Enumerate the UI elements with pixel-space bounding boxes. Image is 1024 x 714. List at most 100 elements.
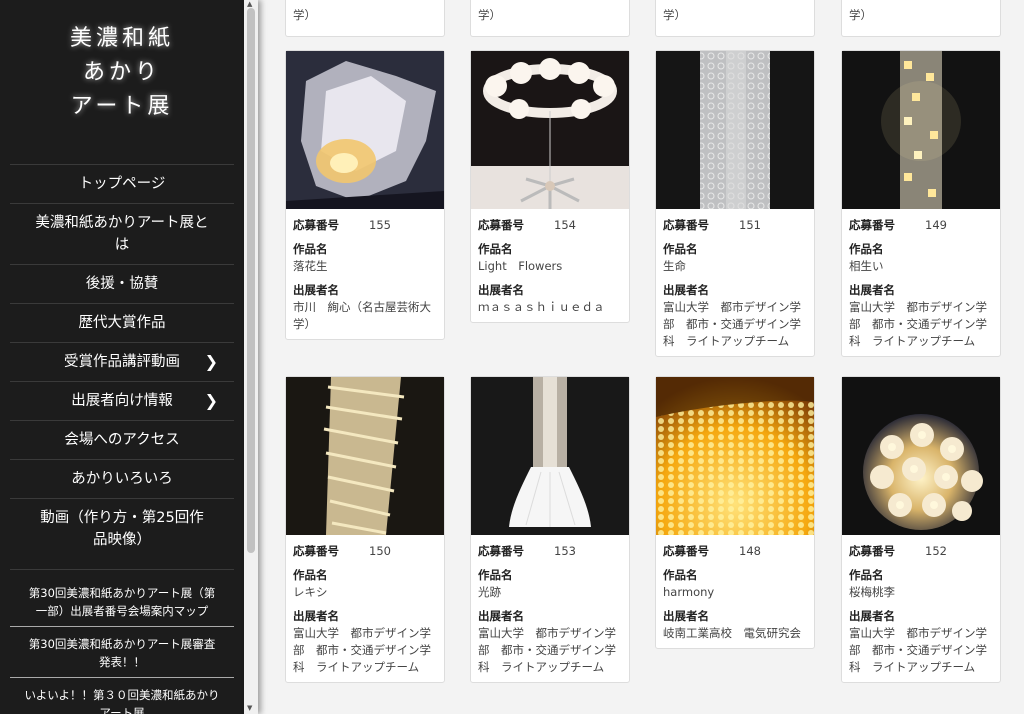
exhibitor-label: 出展者名	[849, 609, 895, 623]
nav-label: トップページ	[78, 176, 166, 192]
work-title: 相生い	[849, 259, 884, 273]
nav-item-about[interactable]: 美濃和紙あかりアート展とは	[10, 203, 234, 264]
chevron-right-icon: ❯	[204, 391, 218, 410]
exhibitor-name: 富山大学 都市デザイン学部 都市・交通デザイン学科 ライトアップチーム	[478, 626, 616, 674]
entry-no: 148	[739, 544, 761, 558]
exhibitor-tail: 学）	[663, 8, 686, 22]
exhibitor-label: 出展者名	[663, 609, 709, 623]
title-label: 作品名	[478, 568, 513, 582]
chevron-right-icon: ❯	[204, 352, 218, 371]
fringe-lamp-photo[interactable]	[471, 377, 629, 535]
nav-label: 会場へのアクセス	[64, 432, 180, 448]
exhibitor-tail: 学）	[293, 8, 316, 22]
news-item[interactable]: 第30回美濃和紙あかりアート展審査発表！！	[10, 627, 234, 678]
entry-no: 154	[554, 218, 576, 232]
news-item[interactable]: いよいよ！！第３０回美濃和紙あかりアート展	[10, 678, 234, 714]
work-title: Light Flowers	[478, 259, 563, 273]
nav-item-access[interactable]: 会場へのアクセス	[10, 420, 234, 459]
entry-no-label: 応募番号	[478, 218, 524, 232]
entry-no: 153	[554, 544, 576, 558]
entry-no-label: 応募番号	[663, 544, 709, 558]
nav-item-videos[interactable]: 動画（作り方・第25回作品映像）	[10, 498, 234, 559]
work-card[interactable]: 応募番号 153 作品名 光跡 出展者名 富山大学 都市デザイン学部 都市・交通デ…	[470, 376, 630, 683]
flower-ball-lamp-photo[interactable]	[842, 377, 1000, 535]
nav-item-akari-various[interactable]: あかりいろいろ	[10, 459, 234, 498]
nav-label: 歴代大賞作品	[78, 315, 166, 331]
logo-line-2: あかり	[82, 60, 161, 85]
scrollbar-thumb[interactable]	[247, 8, 255, 553]
work-card[interactable]: 応募番号 148 作品名 harmony 出展者名 岐南工業高校 電気研究会	[655, 376, 815, 649]
nav-label: 動画（作り方・第25回作品映像）	[40, 510, 204, 548]
flower-ring-lamp-photo[interactable]	[471, 51, 629, 209]
nav-item-past-winners[interactable]: 歴代大賞作品	[10, 303, 234, 342]
nav-label: 後援・協賛	[85, 276, 159, 292]
title-label: 作品名	[293, 242, 328, 256]
crumpled-paper-lamp-photo[interactable]	[286, 51, 444, 209]
cylinder-dots-lamp-photo[interactable]	[656, 51, 814, 209]
sidebar-nav: トップページ 美濃和紙あかりアート展とは 後援・協賛 歴代大賞作品 受賞作品講評…	[10, 164, 234, 559]
news-item[interactable]: 第30回美濃和紙あかりアート展（第一部）出展者番号会場案内マップ	[10, 570, 234, 627]
card-fragment: 学）	[470, 0, 630, 37]
nav-label: 出展者向け情報	[71, 393, 173, 409]
news-link[interactable]: いよいよ！！第３０回美濃和紙あかりアート展	[24, 688, 219, 714]
title-label: 作品名	[478, 242, 513, 256]
title-label: 作品名	[849, 568, 884, 582]
exhibitor-label: 出展者名	[478, 609, 524, 623]
exhibitor-name: 富山大学 都市デザイン学部 都市・交通デザイン学科 ライトアップチーム	[293, 626, 431, 674]
scroll-down-icon[interactable]: ▼	[247, 704, 252, 712]
exhibitor-label: 出展者名	[849, 283, 895, 297]
work-card[interactable]: 応募番号 150 作品名 レキシ 出展者名 富山大学 都市デザイン学部 都市・交通…	[285, 376, 445, 683]
work-card[interactable]: 応募番号 151 作品名 生命 出展者名 富山大学 都市デザイン学部 都市・交通デ…	[655, 50, 815, 357]
scroll-up-icon[interactable]: ▲	[247, 0, 252, 8]
entry-no: 150	[369, 544, 391, 558]
work-title: 光跡	[478, 585, 501, 599]
work-card[interactable]: 応募番号 155 作品名 落花生 出展者名 市川 絢心（名古屋芸術大学）	[285, 50, 445, 340]
work-card[interactable]: 応募番号 152 作品名 桜梅桃李 出展者名 富山大学 都市デザイン学部 都市・交…	[841, 376, 1001, 683]
nav-label: あかりいろいろ	[71, 471, 173, 487]
entry-no: 149	[925, 218, 947, 232]
work-card[interactable]: 応募番号 154 作品名 Light Flowers 出展者名 ｍａｓａｓｈｉｕｅ…	[470, 50, 630, 323]
news-link[interactable]: 第30回美濃和紙あかりアート展（第一部）出展者番号会場案内マップ	[29, 586, 215, 618]
exhibitor-name: 市川 絢心（名古屋芸術大学）	[293, 300, 431, 331]
card-fragment: 学）	[655, 0, 815, 37]
exhibitor-label: 出展者名	[663, 283, 709, 297]
card-fragment: 学）	[285, 0, 445, 37]
logo-line-1: 美濃和紙	[69, 26, 174, 51]
nav-item-top[interactable]: トップページ	[10, 164, 234, 203]
exhibitor-name: 富山大学 都市デザイン学部 都市・交通デザイン学科 ライトアップチーム	[663, 300, 801, 348]
exhibitor-label: 出展者名	[293, 283, 339, 297]
title-label: 作品名	[849, 242, 884, 256]
exhibitor-tail: 学）	[478, 8, 501, 22]
work-card[interactable]: 応募番号 149 作品名 相生い 出展者名 富山大学 都市デザイン学部 都市・交通…	[841, 50, 1001, 357]
sidebar: 美濃和紙 あかり アート展 トップページ 美濃和紙あかりアート展とは 後援・協賛…	[0, 0, 244, 714]
exhibitor-label: 出展者名	[478, 283, 524, 297]
sidebar-scrollbar[interactable]: ▲ ▼	[244, 0, 258, 714]
entry-no: 155	[369, 218, 391, 232]
work-title: 桜梅桃李	[849, 585, 895, 599]
news-link[interactable]: 第30回美濃和紙あかりアート展審査発表！！	[29, 637, 215, 669]
nav-label: 受賞作品講評動画	[64, 354, 180, 370]
logo-line-3: アート展	[70, 94, 174, 119]
exhibitor-name: 富山大学 都市デザイン学部 都市・交通デザイン学科 ライトアップチーム	[849, 300, 987, 348]
exhibitor-name: ｍａｓａｓｈｉｕｅｄａ	[478, 300, 605, 314]
site-logo[interactable]: 美濃和紙 あかり アート展	[0, 0, 244, 142]
work-title: レキシ	[293, 585, 328, 599]
entry-no: 151	[739, 218, 761, 232]
exhibitor-tail: 学）	[849, 8, 872, 22]
title-label: 作品名	[293, 568, 328, 582]
orange-dots-surface-photo[interactable]	[656, 377, 814, 535]
work-title: 生命	[663, 259, 686, 273]
card-fragment: 学）	[841, 0, 1001, 37]
entry-no: 152	[925, 544, 947, 558]
tower-lights-lamp-photo[interactable]	[842, 51, 1000, 209]
exhibitor-label: 出展者名	[293, 609, 339, 623]
entry-no-label: 応募番号	[663, 218, 709, 232]
nav-item-review-videos[interactable]: 受賞作品講評動画 ❯	[10, 342, 234, 381]
entry-no-label: 応募番号	[293, 218, 339, 232]
nav-item-sponsors[interactable]: 後援・協賛	[10, 264, 234, 303]
news-list: 第30回美濃和紙あかりアート展（第一部）出展者番号会場案内マップ 第30回美濃和…	[10, 569, 234, 714]
twisted-slats-lamp-photo[interactable]	[286, 377, 444, 535]
nav-item-exhibitor-info[interactable]: 出展者向け情報 ❯	[10, 381, 234, 420]
work-title: harmony	[663, 585, 715, 599]
title-label: 作品名	[663, 568, 698, 582]
